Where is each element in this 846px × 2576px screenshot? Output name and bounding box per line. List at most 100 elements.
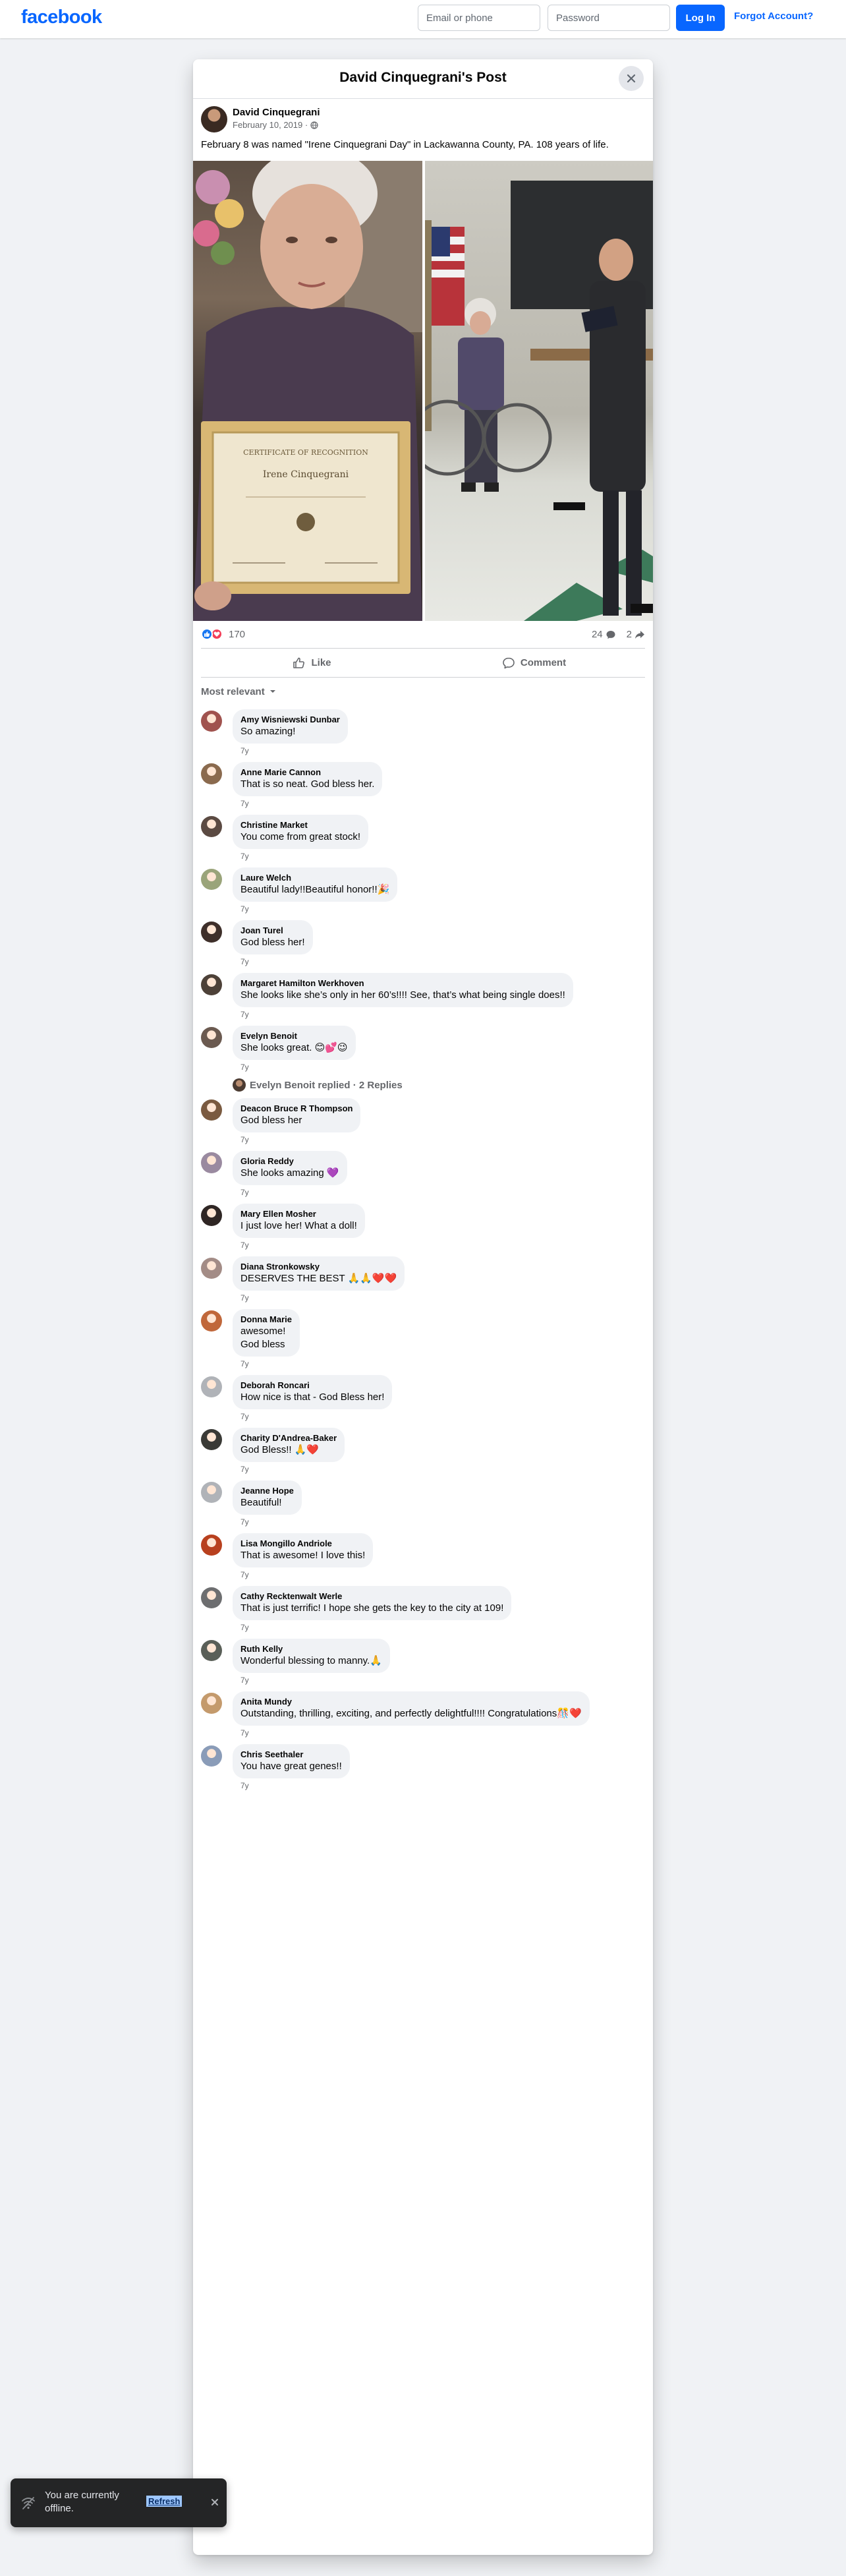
commenter-avatar[interactable] — [201, 1258, 222, 1279]
author-avatar[interactable] — [201, 106, 227, 132]
commenter-name[interactable]: Deacon Bruce R Thompson — [240, 1103, 352, 1114]
refresh-link[interactable]: Refresh — [146, 2496, 183, 2507]
comment-sort-dropdown[interactable]: Most relevant — [193, 678, 653, 701]
comment-timestamp[interactable]: 7y — [233, 1778, 645, 1792]
comment-label: Comment — [520, 657, 567, 668]
facebook-logo[interactable]: facebook — [21, 7, 102, 28]
certificate-photo-illustration: CERTIFICATE OF RECOGNITION Irene Cinqueg… — [193, 161, 422, 621]
comment-timestamp[interactable]: 7y — [233, 1462, 645, 1475]
commenter-name[interactable]: Amy Wisniewski Dunbar — [240, 715, 340, 725]
commenter-name[interactable]: Diana Stronkowsky — [240, 1262, 397, 1272]
photo-certificate[interactable]: CERTIFICATE OF RECOGNITION Irene Cinqueg… — [193, 161, 422, 621]
comment-count[interactable]: 24 — [592, 629, 603, 640]
forgot-account-link[interactable]: Forgot Account? — [734, 11, 813, 22]
commenter-avatar[interactable] — [201, 1535, 222, 1556]
view-replies-link[interactable]: Evelyn Benoit replied · 2 Replies — [201, 1077, 645, 1093]
comment-timestamp[interactable]: 7y — [233, 902, 645, 915]
comment-timestamp[interactable]: 7y — [233, 1007, 645, 1020]
comment-timestamp[interactable]: 7y — [233, 1060, 645, 1073]
login-button[interactable]: Log In — [676, 5, 725, 31]
commenter-name[interactable]: Chris Seethaler — [240, 1749, 342, 1760]
comment-text: awesome! God bless — [240, 1326, 286, 1350]
commenter-name[interactable]: Christine Market — [240, 820, 360, 831]
like-button[interactable]: Like — [201, 649, 423, 677]
reaction-icons[interactable] — [201, 628, 223, 640]
commenter-avatar[interactable] — [201, 922, 222, 943]
comment-timestamp[interactable]: 7y — [233, 849, 645, 862]
commenter-name[interactable]: Margaret Hamilton Werkhoven — [240, 978, 565, 989]
comment-timestamp[interactable]: 7y — [233, 1726, 645, 1739]
comment-button[interactable]: Comment — [423, 649, 645, 677]
comment-timestamp[interactable]: 7y — [233, 744, 645, 757]
like-reaction-icon — [201, 628, 213, 640]
comment-bubble: Laure Welch Beautiful lady!!Beautiful hon… — [233, 867, 398, 902]
comment-item: Diana Stronkowsky DESERVES THE BEST 🙏🙏❤️❤… — [201, 1256, 645, 1304]
password-input[interactable] — [548, 5, 670, 31]
commenter-avatar[interactable] — [201, 1482, 222, 1503]
comment-timestamp[interactable]: 7y — [233, 1409, 645, 1422]
commenter-name[interactable]: Anita Mundy — [240, 1697, 582, 1707]
commenter-avatar[interactable] — [201, 1099, 222, 1121]
comment-timestamp[interactable]: 7y — [233, 1620, 645, 1633]
author-name[interactable]: David Cinquegrani — [233, 107, 320, 118]
commenter-avatar[interactable] — [201, 1745, 222, 1767]
commenter-avatar[interactable] — [201, 1027, 222, 1048]
comment-item: Margaret Hamilton Werkhoven She looks lik… — [201, 973, 645, 1020]
comment-item: Cathy Recktenwalt Werle That is just terr… — [201, 1586, 645, 1633]
commenter-avatar[interactable] — [201, 869, 222, 890]
comment-text: God bless her! — [240, 937, 305, 948]
commenter-name[interactable]: Evelyn Benoit — [240, 1031, 348, 1041]
certificate-name: Irene Cinquegrani — [263, 469, 349, 480]
comment-item: Deborah Roncari How nice is that - God Bl… — [201, 1375, 645, 1422]
like-label: Like — [311, 657, 331, 668]
commenter-avatar[interactable] — [201, 816, 222, 837]
share-count[interactable]: 2 — [627, 629, 632, 640]
comment-timestamp[interactable]: 7y — [233, 1673, 645, 1686]
close-button[interactable] — [619, 66, 644, 91]
commenter-name[interactable]: Jeanne Hope — [240, 1486, 294, 1496]
comment-timestamp[interactable]: 7y — [233, 1515, 645, 1528]
comment-text: God bless her — [240, 1115, 302, 1126]
commenter-name[interactable]: Deborah Roncari — [240, 1380, 384, 1391]
comment-timestamp[interactable]: 7y — [233, 1357, 645, 1370]
thumbs-up-icon — [293, 657, 305, 668]
comment-timestamp[interactable]: 7y — [233, 1238, 645, 1251]
commenter-avatar[interactable] — [201, 1429, 222, 1450]
comment-bubble: Cathy Recktenwalt Werle That is just terr… — [233, 1586, 512, 1620]
commenter-name[interactable]: Charity D'Andrea-Baker — [240, 1433, 337, 1444]
certificate-title: CERTIFICATE OF RECOGNITION — [243, 448, 368, 457]
reaction-count[interactable]: 170 — [229, 629, 245, 640]
commenter-name[interactable]: Donna Marie — [240, 1314, 292, 1325]
commenter-name[interactable]: Gloria Reddy — [240, 1156, 339, 1167]
comment-timestamp[interactable]: 7y — [233, 1567, 645, 1581]
commenter-avatar[interactable] — [201, 1693, 222, 1714]
toast-close-button[interactable] — [208, 2496, 221, 2509]
commenter-name[interactable]: Anne Marie Cannon — [240, 767, 374, 778]
commenter-name[interactable]: Lisa Mongillo Andriole — [240, 1538, 365, 1549]
commenter-avatar[interactable] — [201, 1587, 222, 1608]
comment-timestamp[interactable]: 7y — [233, 954, 645, 968]
ceremony-photo-illustration — [425, 181, 653, 621]
commenter-avatar[interactable] — [201, 763, 222, 784]
commenter-name[interactable]: Ruth Kelly — [240, 1644, 382, 1654]
commenter-avatar[interactable] — [201, 1310, 222, 1332]
commenter-avatar[interactable] — [201, 711, 222, 732]
commenter-avatar[interactable] — [201, 1152, 222, 1173]
comment-timestamp[interactable]: 7y — [233, 1291, 645, 1304]
comment-timestamp[interactable]: 7y — [233, 1132, 645, 1146]
commenter-name[interactable]: Laure Welch — [240, 873, 389, 883]
email-input[interactable] — [418, 5, 540, 31]
post-date-text[interactable]: February 10, 2019 · — [233, 120, 308, 130]
commenter-avatar[interactable] — [201, 1376, 222, 1397]
comment-bubble: Diana Stronkowsky DESERVES THE BEST 🙏🙏❤️❤… — [233, 1256, 405, 1291]
commenter-name[interactable]: Mary Ellen Mosher — [240, 1209, 357, 1219]
comment-timestamp[interactable]: 7y — [233, 1185, 645, 1198]
commenter-avatar[interactable] — [201, 1640, 222, 1661]
commenter-name[interactable]: Joan Turel — [240, 925, 305, 936]
commenter-avatar[interactable] — [201, 1205, 222, 1226]
photo-ceremony[interactable] — [425, 161, 653, 621]
comment-text: Beautiful lady!!Beautiful honor!!🎉 — [240, 884, 390, 895]
commenter-name[interactable]: Cathy Recktenwalt Werle — [240, 1591, 503, 1602]
commenter-avatar[interactable] — [201, 974, 222, 995]
comment-timestamp[interactable]: 7y — [233, 796, 645, 809]
